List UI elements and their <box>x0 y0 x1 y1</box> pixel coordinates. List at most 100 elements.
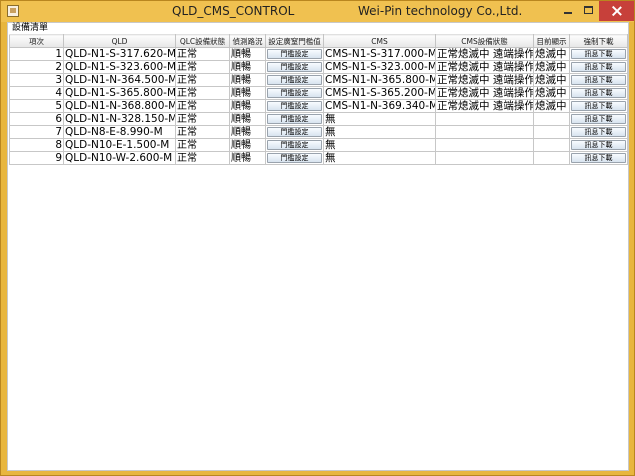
col-qld-header[interactable]: QLD <box>63 34 176 48</box>
download-cell: 訊息下載 <box>569 47 628 61</box>
table-row[interactable]: 1 QLD-N1-S-317.620-M 正常 順暢 門檻設定 CMS-N1-S-317.… <box>9 47 628 61</box>
cms-status-cell: 正常熄滅中 遠端操作 <box>435 60 534 74</box>
traffic-cell: 順暢 <box>229 112 266 126</box>
cms-status-cell: 正常熄滅中 遠端操作 <box>435 73 534 87</box>
qlc-status-cell: 正常 <box>175 112 230 126</box>
qld-cell: QLD-N10-E-1.500-M <box>63 138 176 152</box>
threshold-button[interactable]: 門檻設定 <box>267 75 322 85</box>
qlc-status-cell: 正常 <box>175 86 230 100</box>
traffic-cell: 順暢 <box>229 125 266 139</box>
qlc-status-cell: 正常 <box>175 99 230 113</box>
table-row[interactable]: 2 QLD-N1-S-323.600-M 正常 順暢 門檻設定 CMS-N1-S-323.… <box>9 60 628 74</box>
table-row[interactable]: 5 QLD-N1-N-368.800-M 正常 順暢 門檻設定 CMS-N1-N-369.… <box>9 99 628 113</box>
threshold-button[interactable]: 門檻設定 <box>267 49 322 59</box>
table-row[interactable]: 8 QLD-N10-E-1.500-M 正常 順暢 門檻設定無 訊息下載 <box>9 138 628 152</box>
cms-status-cell <box>435 112 534 126</box>
cms-status-cell <box>435 151 534 165</box>
display-cell: 熄滅中 <box>533 86 570 100</box>
threshold-button[interactable]: 門檻設定 <box>267 62 322 72</box>
qlc-status-cell: 正常 <box>175 73 230 87</box>
app-window: QLD_CMS_CONTROL Wei-Pin technology Co.,L… <box>0 0 635 476</box>
threshold-button[interactable]: 門檻設定 <box>267 153 322 163</box>
col-traffic-header[interactable]: 偵測路況 <box>229 34 266 48</box>
threshold-cell: 門檻設定 <box>265 151 324 165</box>
col-threshold-header[interactable]: 設定廣窒門檻值 <box>265 34 324 48</box>
app-icon[interactable] <box>7 5 19 17</box>
qld-cell: QLD-N10-W-2.600-M <box>63 151 176 165</box>
traffic-cell: 順暢 <box>229 138 266 152</box>
close-button[interactable] <box>599 1 634 21</box>
download-button[interactable]: 訊息下載 <box>571 114 626 124</box>
qld-cell: QLD-N1-N-368.800-M <box>63 99 176 113</box>
col-cms-header[interactable]: CMS <box>323 34 436 48</box>
cms-cell: 無 <box>323 125 436 139</box>
device-list-panel: 設備清單 項次 QLD QLC設備狀態 偵測路況 設定廣窒門檻值 CMS CMS設備狀態 目前… <box>7 22 629 471</box>
row-index: 8 <box>9 138 64 152</box>
table-row[interactable]: 3 QLD-N1-N-364.500-M 正常 順暢 門檻設定 CMS-N1-N-365.… <box>9 73 628 87</box>
device-table: 項次 QLD QLC設備狀態 偵測路況 設定廣窒門檻值 CMS CMS設備狀態 目前顯示 強制下… <box>9 34 628 165</box>
download-cell: 訊息下載 <box>569 99 628 113</box>
row-index: 5 <box>9 99 64 113</box>
cms-status-cell: 正常熄滅中 遠端操作 <box>435 99 534 113</box>
table-row[interactable]: 4 QLD-N1-S-365.800-M 正常 順暢 門檻設定 CMS-N1-S-365.… <box>9 86 628 100</box>
download-button[interactable]: 訊息下載 <box>571 88 626 98</box>
title-bar[interactable]: QLD_CMS_CONTROL Wei-Pin technology Co.,L… <box>1 1 634 22</box>
display-cell: 熄滅中 <box>533 60 570 74</box>
minimize-button[interactable] <box>557 1 578 21</box>
col-display-header[interactable]: 目前顯示 <box>533 34 570 48</box>
qld-cell: QLD-N1-N-328.150-M <box>63 112 176 126</box>
qlc-status-cell: 正常 <box>175 60 230 74</box>
threshold-cell: 門檻設定 <box>265 47 324 61</box>
qld-cell: QLD-N8-E-8.990-M <box>63 125 176 139</box>
download-button[interactable]: 訊息下載 <box>571 101 626 111</box>
download-cell: 訊息下載 <box>569 151 628 165</box>
download-button[interactable]: 訊息下載 <box>571 62 626 72</box>
download-cell: 訊息下載 <box>569 73 628 87</box>
qlc-status-cell: 正常 <box>175 151 230 165</box>
col-cms-status-header[interactable]: CMS設備狀態 <box>435 34 534 48</box>
threshold-button[interactable]: 門檻設定 <box>267 101 322 111</box>
cms-status-cell <box>435 138 534 152</box>
qld-cell: QLD-N1-S-365.800-M <box>63 86 176 100</box>
cms-cell: CMS-N1-S-323.000-M <box>323 60 436 74</box>
maximize-button[interactable] <box>578 1 599 21</box>
threshold-button[interactable]: 門檻設定 <box>267 127 322 137</box>
col-qlc-status-header[interactable]: QLC設備狀態 <box>175 34 230 48</box>
cms-cell: CMS-N1-N-369.340-M <box>323 99 436 113</box>
col-index-header[interactable]: 項次 <box>9 34 64 48</box>
threshold-button[interactable]: 門檻設定 <box>267 88 322 98</box>
download-button[interactable]: 訊息下載 <box>571 49 626 59</box>
threshold-button[interactable]: 門檻設定 <box>267 114 322 124</box>
download-button[interactable]: 訊息下載 <box>571 140 626 150</box>
qlc-status-cell: 正常 <box>175 47 230 61</box>
cms-cell: 無 <box>323 138 436 152</box>
display-cell <box>533 125 570 139</box>
table-row[interactable]: 7 QLD-N8-E-8.990-M 正常 順暢 門檻設定無 訊息下載 <box>9 125 628 139</box>
display-cell: 熄滅中 <box>533 47 570 61</box>
traffic-cell: 順暢 <box>229 151 266 165</box>
cms-cell: 無 <box>323 112 436 126</box>
traffic-cell: 順暢 <box>229 86 266 100</box>
qld-cell: QLD-N1-S-317.620-M <box>63 47 176 61</box>
traffic-cell: 順暢 <box>229 47 266 61</box>
download-button[interactable]: 訊息下載 <box>571 75 626 85</box>
cms-cell: 無 <box>323 151 436 165</box>
download-button[interactable]: 訊息下載 <box>571 153 626 163</box>
display-cell <box>533 151 570 165</box>
qld-cell: QLD-N1-N-364.500-M <box>63 73 176 87</box>
window-title: QLD_CMS_CONTROL <box>172 4 295 18</box>
row-index: 1 <box>9 47 64 61</box>
display-cell: 熄滅中 <box>533 99 570 113</box>
download-cell: 訊息下載 <box>569 60 628 74</box>
company-name: Wei-Pin technology Co.,Ltd. <box>358 4 523 18</box>
download-cell: 訊息下載 <box>569 86 628 100</box>
threshold-button[interactable]: 門檻設定 <box>267 140 322 150</box>
row-index: 7 <box>9 125 64 139</box>
table-header: 項次 QLD QLC設備狀態 偵測路況 設定廣窒門檻值 CMS CMS設備狀態 目前顯示 強制下… <box>9 34 628 48</box>
threshold-cell: 門檻設定 <box>265 125 324 139</box>
table-row[interactable]: 6 QLD-N1-N-328.150-M 正常 順暢 門檻設定無 訊息下載 <box>9 112 628 126</box>
table-row[interactable]: 9 QLD-N10-W-2.600-M 正常 順暢 門檻設定無 訊息下載 <box>9 151 628 165</box>
download-button[interactable]: 訊息下載 <box>571 127 626 137</box>
threshold-cell: 門檻設定 <box>265 86 324 100</box>
col-download-header[interactable]: 強制下載 <box>569 34 628 48</box>
